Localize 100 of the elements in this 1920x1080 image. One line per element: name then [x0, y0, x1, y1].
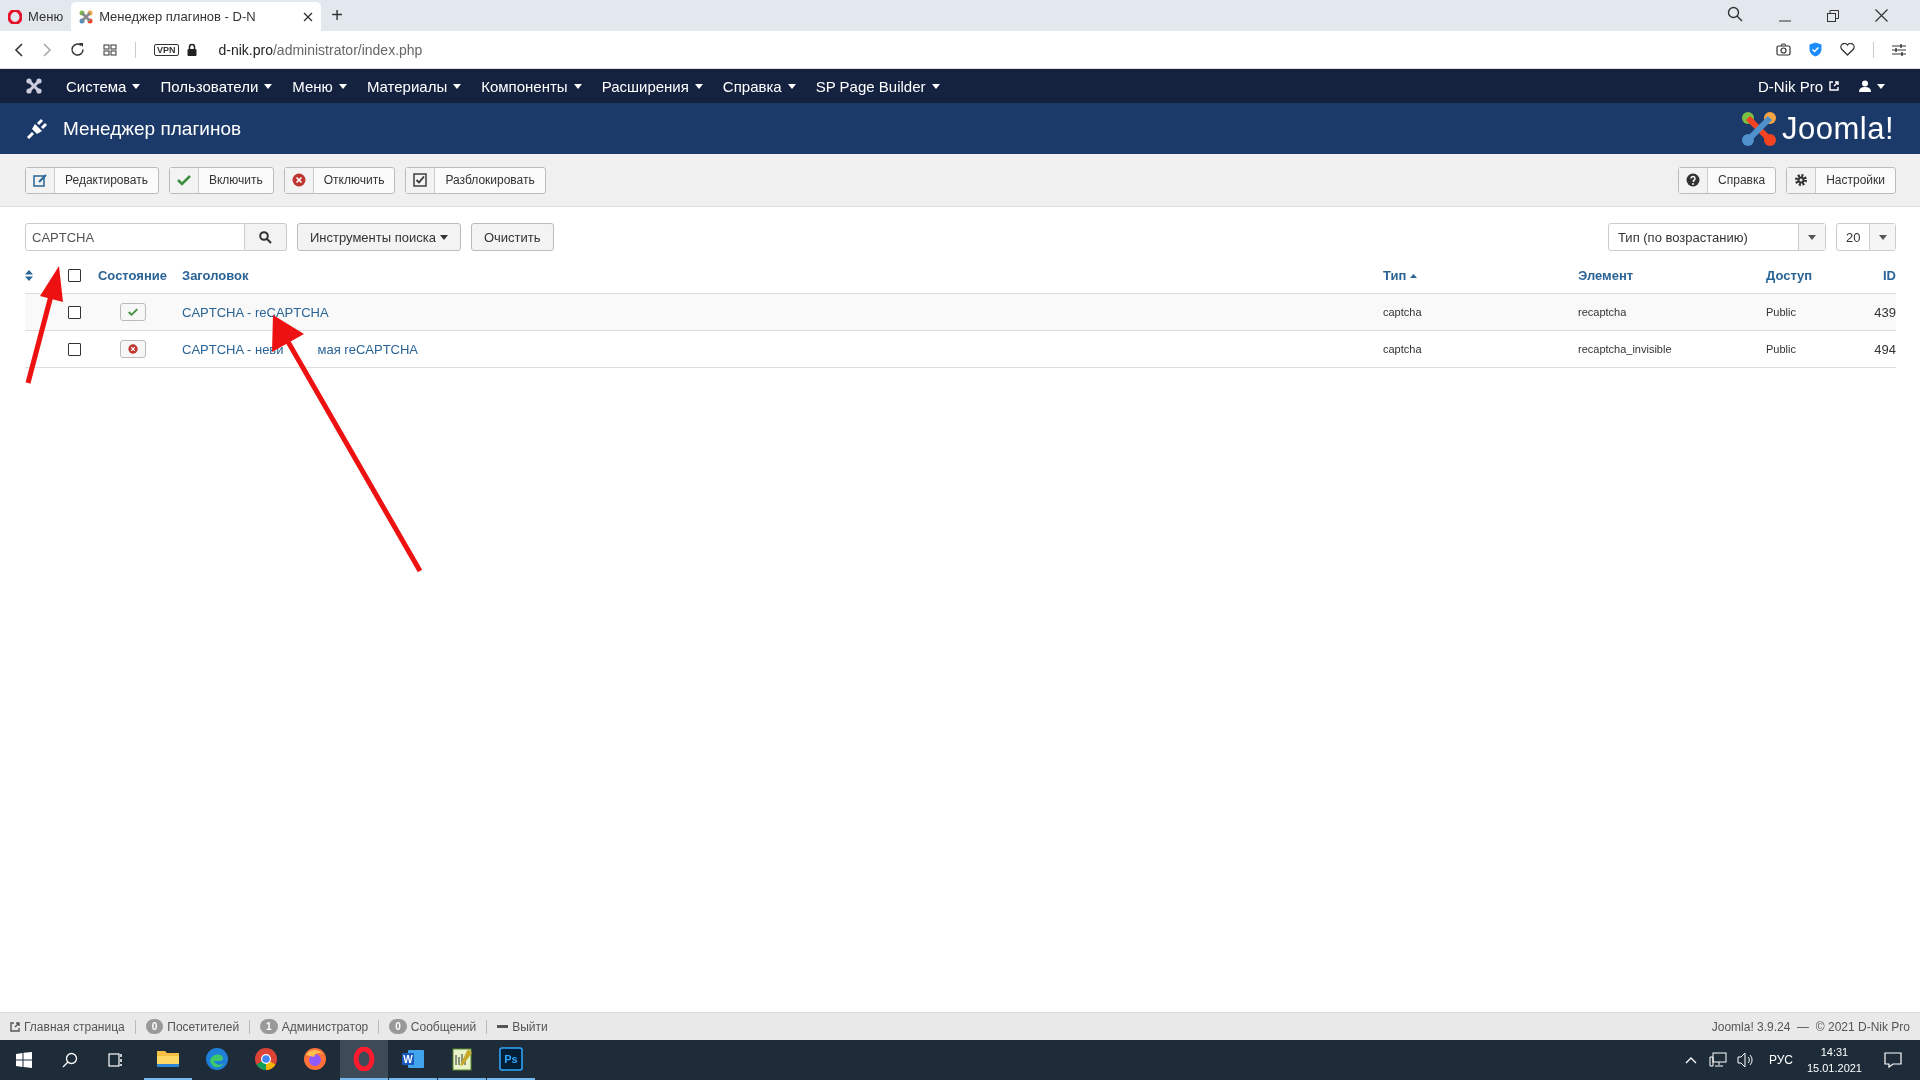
- table-cell: captcha: [1383, 343, 1422, 355]
- taskbar-app[interactable]: Ps: [487, 1040, 535, 1080]
- search-button[interactable]: [245, 223, 287, 251]
- menu-item[interactable]: Компоненты: [471, 77, 592, 95]
- sort-up-icon: [1410, 273, 1418, 278]
- settings-icon[interactable]: [1892, 43, 1906, 56]
- column-header[interactable]: Состояние: [98, 268, 167, 283]
- sort-dropdown[interactable]: Тип (по возрастанию): [1608, 223, 1826, 251]
- toolbar-button[interactable]: Редактировать: [25, 166, 159, 194]
- column-header[interactable]: ID: [1883, 268, 1896, 283]
- clear-button[interactable]: Очистить: [470, 223, 554, 251]
- search-icon[interactable]: [1727, 6, 1743, 22]
- toolbar-button[interactable]: Отключить: [283, 166, 396, 194]
- heart-icon[interactable]: [1840, 43, 1855, 56]
- table-cell: captcha: [1383, 306, 1422, 318]
- table-cell: 439: [1874, 304, 1896, 320]
- logo-text: Joomla!: [1781, 110, 1894, 147]
- menu-item[interactable]: Система: [56, 77, 151, 95]
- caret-icon: [132, 83, 141, 89]
- search-icon[interactable]: [62, 1052, 78, 1068]
- chevron-up-icon[interactable]: [1684, 1056, 1697, 1064]
- vpn-badge[interactable]: VPN: [154, 43, 179, 56]
- clock[interactable]: 14:31 15.01.2021: [1806, 1044, 1862, 1076]
- search-icon: [259, 230, 272, 244]
- windows-start-icon[interactable]: [16, 1052, 32, 1068]
- status-item[interactable]: 0 Сообщений: [389, 1019, 477, 1034]
- footer-link[interactable]: Выйти: [497, 1019, 548, 1034]
- menu-item[interactable]: Меню: [282, 77, 357, 95]
- caret-icon: [439, 234, 448, 240]
- menu-item[interactable]: SP Page Builder: [805, 77, 950, 95]
- edit-icon: [33, 173, 47, 187]
- settings-icon: [1794, 173, 1809, 187]
- checkbox[interactable]: [68, 269, 81, 282]
- caret-icon: [573, 83, 582, 89]
- caret-icon: [453, 83, 462, 89]
- document-icon: [401, 1047, 425, 1071]
- close-icon[interactable]: [303, 11, 314, 22]
- back-icon[interactable]: [14, 42, 24, 57]
- language-indicator[interactable]: РУС: [1768, 1053, 1793, 1067]
- grid-icon[interactable]: [103, 43, 117, 56]
- toolbar-button[interactable]: Справка: [1678, 166, 1777, 194]
- taskbar-app[interactable]: W: [389, 1040, 437, 1080]
- menu-item[interactable]: Материалы: [356, 77, 472, 95]
- error-icon: [291, 173, 306, 187]
- task-view-icon[interactable]: [108, 1052, 124, 1068]
- table-cell: 494: [1874, 341, 1896, 357]
- external-link-icon: [1829, 81, 1839, 91]
- menu-item[interactable]: Пользователи: [150, 77, 283, 95]
- external-link-icon: [10, 1021, 20, 1032]
- checkbox-icon: [413, 173, 428, 187]
- status-item[interactable]: 1 Администратор: [260, 1019, 369, 1034]
- shield-icon[interactable]: [1809, 42, 1822, 57]
- toolbar-button[interactable]: Настройки: [1786, 166, 1896, 194]
- joomla-logo-icon[interactable]: [26, 78, 42, 94]
- column-header[interactable]: Тип: [1383, 268, 1418, 283]
- table-cell: recaptcha_invisible: [1578, 343, 1672, 355]
- caret-icon: [694, 83, 703, 89]
- browser-icon: [205, 1047, 229, 1071]
- error-icon: [127, 344, 138, 354]
- browser-tab[interactable]: Менеджер плагинов - D-N: [71, 2, 322, 31]
- reload-icon[interactable]: [70, 42, 85, 57]
- network-icon[interactable]: [1708, 1052, 1727, 1068]
- checkbox[interactable]: [68, 342, 81, 356]
- footer-link[interactable]: Главная страница: [10, 1019, 125, 1034]
- search-tools-button[interactable]: Инструменты поиска: [297, 223, 461, 251]
- notification-icon[interactable]: [1884, 1052, 1902, 1068]
- restore-icon[interactable]: [1827, 10, 1839, 22]
- joomla-logo-icon: [79, 9, 94, 24]
- column-header[interactable]: Заголовок: [182, 268, 249, 283]
- caret-icon: [1878, 234, 1887, 240]
- opera-logo-icon: [352, 1047, 376, 1071]
- checkbox[interactable]: [68, 305, 81, 319]
- menu-item[interactable]: Расширения: [591, 77, 713, 95]
- toolbar-button[interactable]: Разблокировать: [405, 166, 546, 194]
- camera-icon[interactable]: [1776, 43, 1791, 56]
- url-field[interactable]: d-nik.pro/administrator/index.php: [218, 41, 423, 58]
- sort-icon[interactable]: [25, 270, 33, 281]
- caret-icon: [338, 83, 347, 89]
- menu-item[interactable]: Справка: [712, 77, 806, 95]
- caret-icon: [931, 83, 940, 89]
- new-tab-button[interactable]: +: [321, 4, 353, 31]
- close-icon[interactable]: [1875, 9, 1888, 22]
- column-header[interactable]: Доступ: [1766, 268, 1813, 283]
- search-field[interactable]: CAPTCHA: [25, 223, 245, 251]
- help-icon: [1686, 173, 1701, 187]
- enabled-toggle[interactable]: [119, 303, 146, 321]
- speaker-icon[interactable]: [1736, 1052, 1755, 1068]
- page-title: Менеджер плагинов: [63, 117, 242, 140]
- site-link[interactable]: D-Nik Pro: [1748, 77, 1849, 95]
- browser-icon: [254, 1047, 278, 1071]
- browser-tab[interactable]: Меню: [0, 2, 72, 31]
- table-cell: Public: [1766, 343, 1796, 355]
- limit-dropdown[interactable]: 20: [1836, 223, 1896, 251]
- plug-icon: [26, 117, 48, 140]
- caret-icon: [1877, 83, 1885, 89]
- toolbar-button[interactable]: Включить: [168, 166, 274, 194]
- opera-logo-icon: [8, 9, 22, 24]
- plugin-link[interactable]: CAPTCHA - reCAPTCHA: [182, 304, 329, 320]
- column-header[interactable]: Элемент: [1578, 268, 1634, 283]
- status-item[interactable]: 0 Посетителей: [145, 1019, 240, 1034]
